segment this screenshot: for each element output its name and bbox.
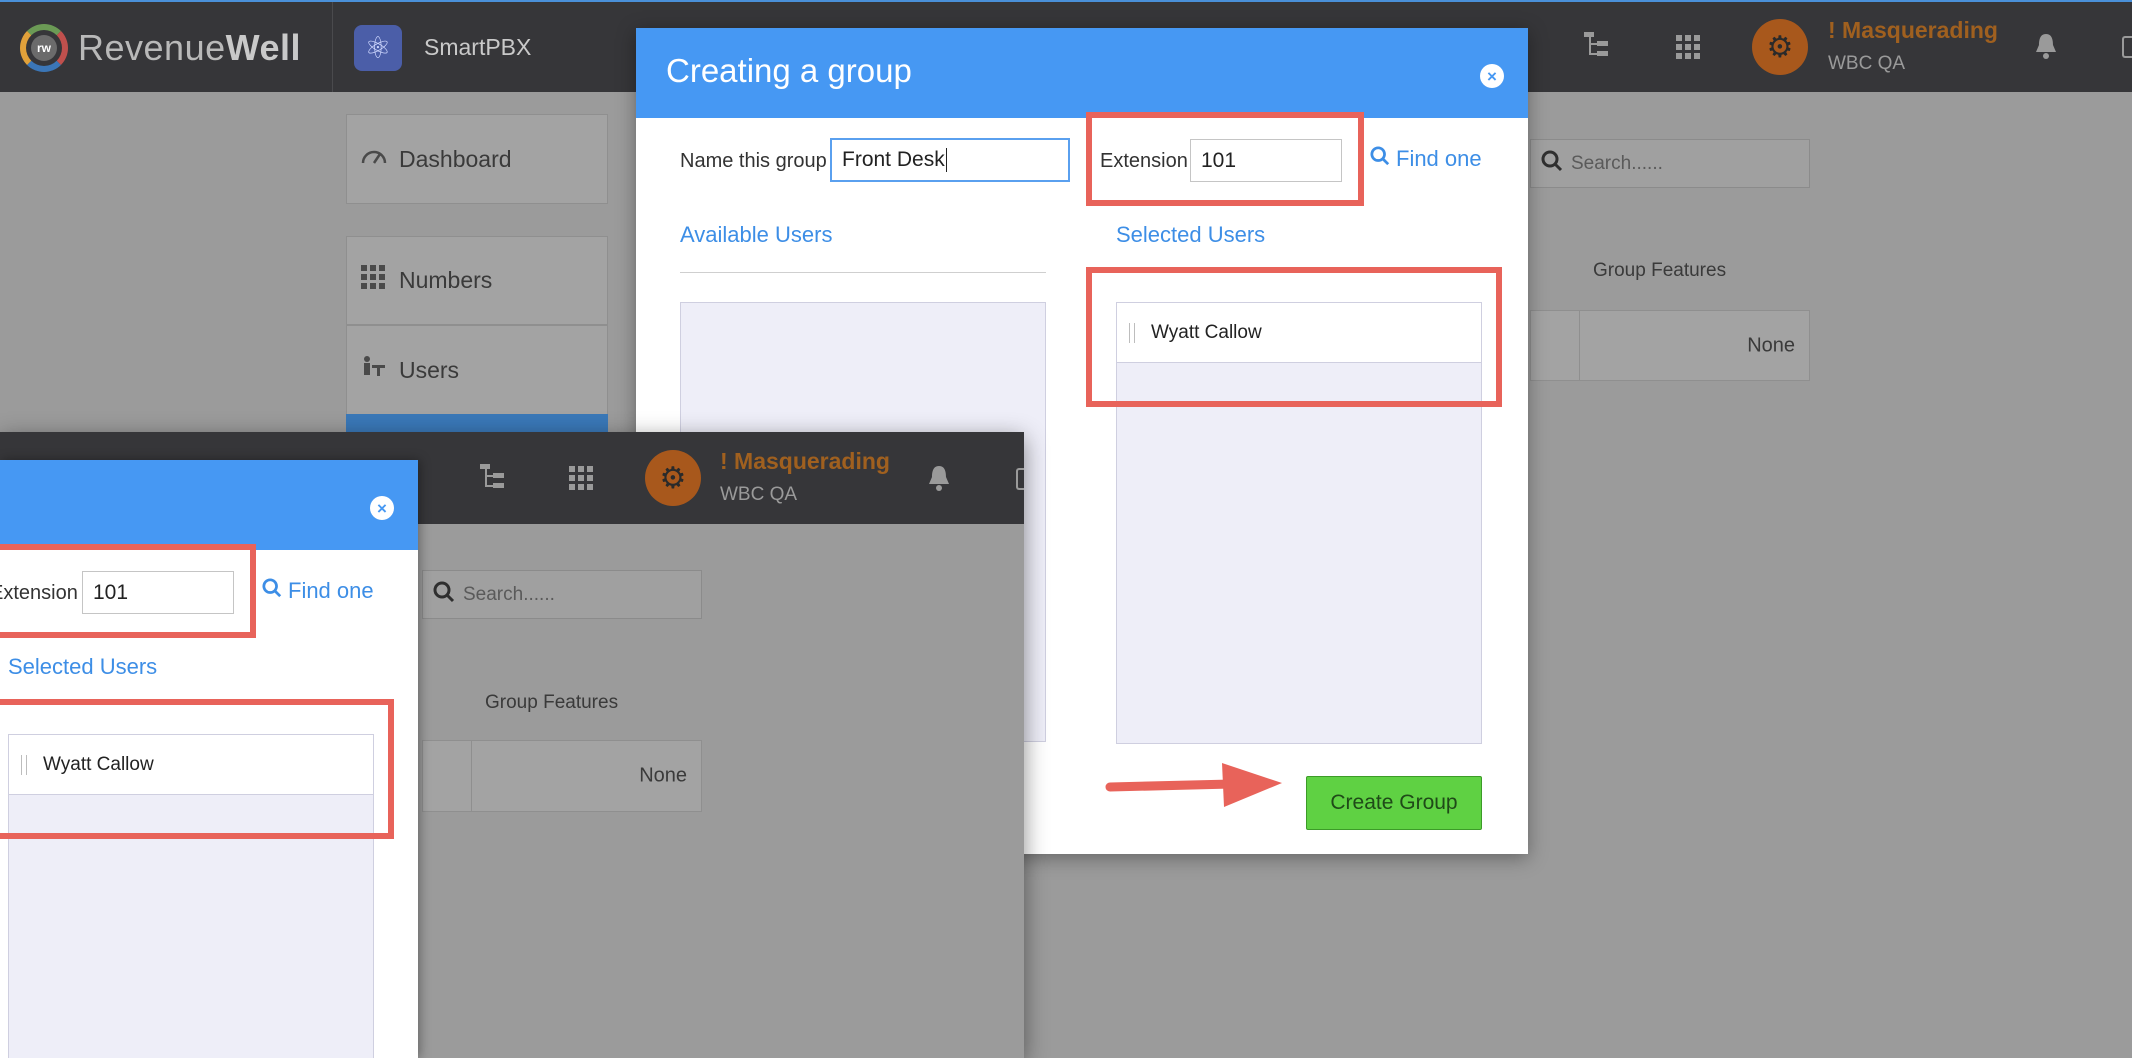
- sidebar-item-dashboard[interactable]: Dashboard: [346, 114, 608, 204]
- selected-users-heading: Selected Users: [1116, 222, 1266, 247]
- group-name-value: Front Desk: [842, 148, 945, 171]
- find-one-label: Find one: [1396, 146, 1482, 171]
- table-row[interactable]: None: [422, 740, 702, 812]
- highlight-box-selected-users: [0, 699, 394, 839]
- app-name[interactable]: SmartPBX: [424, 34, 531, 61]
- bell-icon[interactable]: [2034, 32, 2058, 67]
- highlight-box-extension: [0, 544, 256, 638]
- search-input[interactable]: Search......: [422, 570, 702, 619]
- org-chart-icon[interactable]: [1582, 30, 1610, 67]
- group-name-label: Name this group: [680, 150, 827, 172]
- app-grid-icon[interactable]: [568, 465, 594, 498]
- search-placeholder: Search......: [463, 583, 555, 605]
- search-icon: [1541, 150, 1563, 178]
- brand-name: RevenueWell: [78, 27, 301, 69]
- revenuewell-logo-mark: rw: [20, 24, 68, 72]
- close-icon[interactable]: ×: [370, 496, 394, 520]
- logo-mark-text: rw: [31, 35, 57, 61]
- search-icon: [1370, 146, 1390, 166]
- gear-icon[interactable]: ⚙: [645, 450, 701, 506]
- create-group-button[interactable]: Create Group: [1306, 776, 1482, 830]
- divider: [680, 272, 1046, 273]
- highlight-box-selected-users: [1086, 267, 1502, 407]
- users-icon: [361, 355, 387, 386]
- find-one-link[interactable]: Find one: [1370, 146, 1482, 172]
- brand-name-bold: Well: [225, 27, 301, 68]
- masquerading-label[interactable]: ! Masquerading: [1828, 17, 1998, 44]
- cell-divider: [471, 741, 472, 811]
- search-icon: [262, 578, 282, 598]
- sidebar-item-active[interactable]: [346, 414, 608, 434]
- search-input[interactable]: Search......: [1530, 139, 1810, 188]
- brand-name-light: Revenue: [78, 27, 226, 68]
- group-features-header: Group Features: [1593, 260, 1727, 281]
- dialog-header: Creating a group ×: [636, 28, 1528, 118]
- user-menu-icon[interactable]: [1016, 468, 1024, 490]
- masquerading-label[interactable]: ! Masquerading: [720, 448, 890, 475]
- inset-dialog-header: ×: [0, 460, 418, 550]
- dial-grid-icon: [361, 265, 385, 296]
- sidebar-item-label: Dashboard: [399, 145, 512, 172]
- group-name-input[interactable]: Front Desk: [830, 138, 1070, 182]
- gear-icon[interactable]: ⚙: [1752, 19, 1808, 75]
- table-row[interactable]: None: [1530, 310, 1810, 381]
- header-divider: [332, 2, 333, 94]
- org-chart-icon[interactable]: [478, 462, 506, 499]
- find-one-link[interactable]: Find one: [262, 578, 374, 604]
- zoomed-inset: ⚙ ! Masquerading WBC QA Search...... Gro…: [0, 432, 1024, 1058]
- group-features-cell: None: [639, 764, 687, 787]
- group-features-header: Group Features: [485, 692, 619, 713]
- dialog-title: Creating a group: [666, 52, 912, 89]
- bell-icon[interactable]: [927, 464, 951, 499]
- app-grid-icon[interactable]: [1675, 34, 1701, 67]
- sidebar-item-label: Users: [399, 356, 460, 383]
- find-one-label: Find one: [288, 578, 374, 603]
- account-name: WBC QA: [1828, 53, 1906, 74]
- selected-users-heading: Selected Users: [8, 654, 158, 679]
- account-name: WBC QA: [720, 484, 798, 505]
- search-placeholder: Search......: [1571, 152, 1663, 174]
- revenuewell-logo[interactable]: rw RevenueWell: [20, 22, 301, 74]
- search-icon: [433, 581, 455, 609]
- speedometer-icon: [361, 145, 387, 174]
- atom-icon[interactable]: ⚛: [354, 25, 402, 71]
- user-menu-icon[interactable]: [2122, 36, 2132, 58]
- sidebar-item-users[interactable]: Users: [346, 325, 608, 415]
- close-icon[interactable]: ×: [1480, 64, 1504, 88]
- sidebar-item-numbers[interactable]: Numbers: [346, 236, 608, 325]
- text-caret: [945, 148, 947, 172]
- available-users-heading: Available Users: [680, 222, 833, 247]
- sidebar-item-label: Numbers: [399, 267, 493, 293]
- group-features-cell: None: [1747, 334, 1795, 356]
- highlight-box-extension: [1086, 112, 1364, 206]
- annotation-arrow: [1105, 763, 1282, 807]
- cell-divider: [1579, 311, 1580, 380]
